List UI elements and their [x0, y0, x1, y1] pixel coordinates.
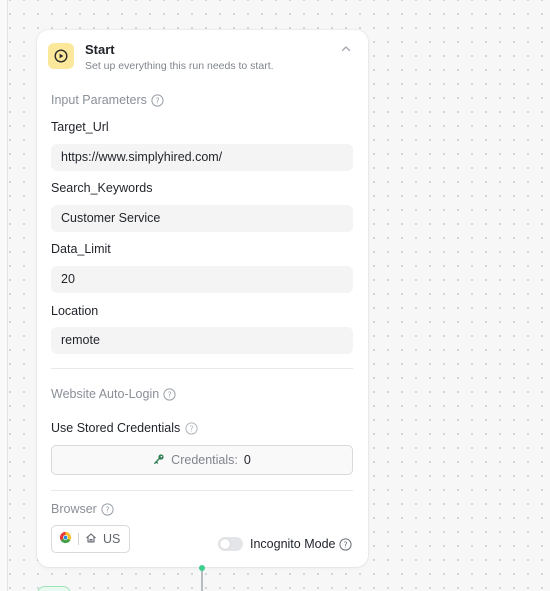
- input-parameters-heading: Input Parameters ?: [51, 93, 164, 107]
- question-circle-icon[interactable]: ?: [151, 93, 164, 107]
- data-limit-label: Data_Limit: [51, 242, 111, 256]
- svg-text:?: ?: [105, 505, 109, 514]
- auto-login-heading: Website Auto-Login ?: [51, 387, 176, 401]
- browser-region: US: [103, 532, 121, 546]
- home-icon: [85, 532, 97, 547]
- svg-text:?: ?: [344, 540, 348, 549]
- auto-login-label: Website Auto-Login: [51, 387, 160, 401]
- target-url-input[interactable]: https://www.simplyhired.com/: [51, 144, 353, 171]
- location-label: Location: [51, 304, 99, 318]
- svg-text:?: ?: [168, 390, 172, 399]
- node-subtitle: Set up everything this run needs to star…: [85, 60, 274, 72]
- credentials-count: 0: [243, 453, 251, 467]
- connector-handle[interactable]: [199, 565, 205, 571]
- toggle-knob: [220, 539, 230, 549]
- next-node[interactable]: [37, 586, 71, 591]
- section-divider: [51, 490, 353, 491]
- question-circle-icon[interactable]: ?: [163, 387, 176, 401]
- incognito-label: Incognito Mode: [250, 537, 336, 551]
- play-circle-icon: [48, 43, 74, 69]
- svg-text:?: ?: [155, 96, 159, 105]
- node-title: Start: [85, 42, 115, 57]
- stored-credentials-row: Use Stored Credentials ?: [51, 421, 198, 435]
- canvas-left-rail: [0, 0, 8, 591]
- question-circle-icon[interactable]: ?: [101, 502, 114, 516]
- search-keywords-input[interactable]: Customer Service: [51, 205, 353, 232]
- credentials-button[interactable]: Credentials: 0: [51, 445, 353, 475]
- key-icon: [153, 453, 165, 468]
- browser-heading: Browser ?: [51, 502, 114, 516]
- svg-text:?: ?: [190, 424, 194, 433]
- input-parameters-label: Input Parameters: [51, 93, 147, 107]
- chevron-up-icon[interactable]: [340, 42, 352, 54]
- incognito-toggle[interactable]: [218, 537, 243, 551]
- browser-label: Browser: [51, 502, 97, 516]
- chip-separator: [78, 533, 79, 545]
- target-url-label: Target_Url: [51, 120, 109, 134]
- node-header: Start Set up everything this run needs t…: [48, 42, 356, 76]
- section-divider: [51, 368, 353, 369]
- question-circle-icon[interactable]: ?: [185, 421, 198, 435]
- data-limit-input[interactable]: 20: [51, 266, 353, 293]
- chrome-icon: [59, 531, 72, 547]
- browser-selector[interactable]: US: [51, 525, 130, 553]
- incognito-row: Incognito Mode ?: [250, 537, 353, 551]
- question-circle-icon[interactable]: ?: [339, 537, 353, 551]
- stored-credentials-label: Use Stored Credentials: [51, 421, 181, 435]
- credentials-button-label: Credentials:: [171, 453, 238, 467]
- location-input[interactable]: remote: [51, 327, 353, 354]
- start-node-card[interactable]: Start Set up everything this run needs t…: [37, 30, 368, 567]
- search-keywords-label: Search_Keywords: [51, 181, 153, 195]
